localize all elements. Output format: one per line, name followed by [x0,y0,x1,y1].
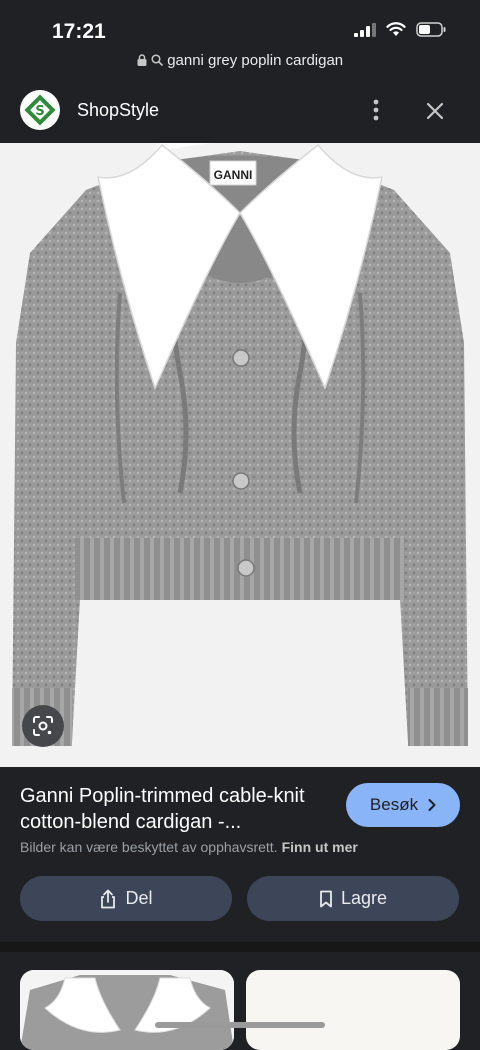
related-image-2[interactable] [246,970,460,1050]
section-divider [0,942,480,952]
url-query: ganni grey poplin cardigan [167,52,344,69]
result-header: S ShopStyle [0,86,480,138]
more-vert-icon [373,99,379,121]
visit-button[interactable]: Besøk [346,783,460,827]
product-title[interactable]: Ganni Poplin-trimmed cable-knit cotton-b… [20,783,340,835]
learn-more-link[interactable]: Finn ut mer [282,839,358,855]
cardigan-illustration: GANNI [12,143,468,746]
share-icon [101,889,116,908]
share-button[interactable]: Del [20,876,232,921]
wifi-icon [386,22,406,36]
more-options-button[interactable] [364,96,388,124]
bookmark-icon [320,890,332,907]
search-icon [151,54,163,66]
copyright-notice: Bilder kan være beskyttet av opphavsrett… [20,839,358,855]
shopstyle-logo: S [20,90,60,130]
svg-text:S: S [35,104,44,119]
home-indicator[interactable] [155,1022,325,1028]
lock-icon [137,54,147,66]
product-image[interactable]: GANNI [0,143,480,767]
chevron-right-icon [428,799,436,811]
garment-label-brand: GANNI [214,168,253,182]
lens-button[interactable] [22,705,64,747]
lens-icon [33,716,53,736]
copyright-text: Bilder kan være beskyttet av opphavsrett… [20,839,278,855]
status-icons [354,22,446,37]
site-name[interactable]: ShopStyle [77,100,159,121]
status-bar: 17:21 [0,0,480,48]
signal-icon [354,22,376,37]
share-label: Del [125,888,153,908]
related-image-1[interactable] [20,970,234,1050]
save-button[interactable]: Lagre [247,876,459,921]
url-bar[interactable]: ganni grey poplin cardigan [0,52,480,69]
battery-icon [416,22,446,37]
visit-label: Besøk [369,795,419,814]
close-icon [426,102,444,120]
close-button[interactable] [422,98,448,124]
save-label: Lagre [340,888,388,908]
status-time: 17:21 [52,20,106,43]
